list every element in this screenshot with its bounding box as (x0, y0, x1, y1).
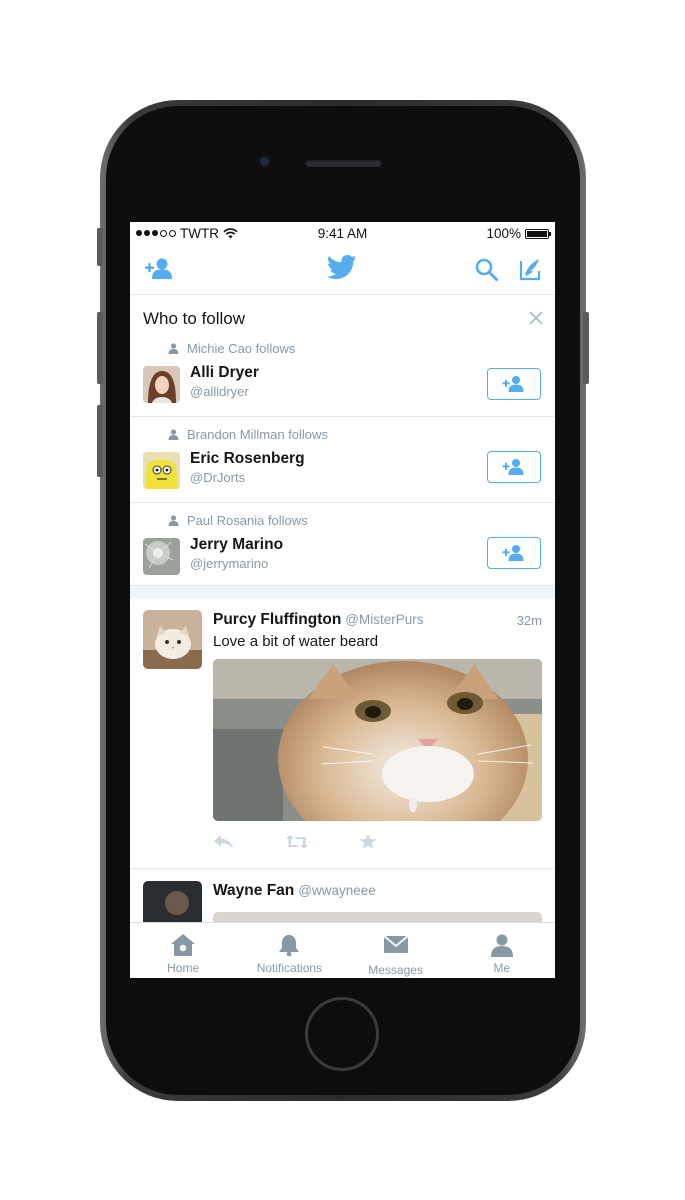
follow-button[interactable] (487, 537, 541, 569)
avatar[interactable] (143, 452, 180, 489)
front-camera (257, 154, 272, 169)
twitter-bird-icon[interactable] (327, 255, 357, 280)
earpiece-speaker (305, 159, 382, 167)
tab-label: Messages (368, 963, 423, 977)
user-handle: @jerrymarino (190, 556, 269, 571)
favorite-star-icon[interactable] (359, 833, 377, 850)
suggestion-row[interactable]: Brandon Millman follows Eric Rosenberg @… (130, 417, 555, 503)
tweet-timestamp[interactable]: 32m (517, 613, 542, 628)
status-bar: TWTR 9:41 AM 100% (130, 222, 555, 244)
user-name[interactable]: Jerry Marino (190, 536, 283, 554)
battery-percent: 100% (486, 226, 521, 241)
close-icon[interactable] (529, 311, 543, 325)
suggestion-row[interactable]: Paul Rosania follows Jerry Marino @jerry… (130, 503, 555, 588)
home-button[interactable] (305, 997, 379, 1071)
bell-icon (279, 935, 300, 957)
power-button (583, 312, 589, 384)
person-icon (168, 429, 179, 440)
envelope-icon (383, 935, 409, 953)
suggestion-row[interactable]: Michie Cao follows Alli Dryer @allidryer (130, 341, 555, 417)
follow-button[interactable] (487, 451, 541, 483)
tab-me[interactable]: Me (449, 923, 555, 978)
home-icon (171, 934, 196, 956)
user-name[interactable]: Alli Dryer (190, 364, 259, 382)
tab-home[interactable]: Home (130, 923, 236, 978)
add-user-icon (502, 545, 524, 561)
tweet-author-handle[interactable]: @wwayneee (298, 883, 376, 898)
person-icon (168, 515, 179, 526)
tab-label: Notifications (256, 961, 323, 975)
social-context: Brandon Millman follows (187, 427, 328, 442)
avatar[interactable] (143, 366, 180, 403)
screen: TWTR 9:41 AM 100% Who to follow Michie C… (130, 222, 555, 978)
section-divider (130, 585, 555, 598)
tweet[interactable]: Wayne Fan @wwayneee (130, 869, 555, 940)
volume-down-button (97, 405, 103, 477)
who-to-follow-title: Who to follow (143, 309, 246, 328)
tab-label: Home (167, 961, 200, 975)
tab-messages[interactable]: Messages (343, 923, 449, 978)
mute-switch (97, 228, 103, 266)
compose-icon[interactable] (516, 257, 542, 283)
battery-icon (525, 228, 551, 239)
follow-button[interactable] (487, 368, 541, 400)
avatar[interactable] (143, 538, 180, 575)
person-icon (168, 343, 179, 354)
tweet-text: Love a bit of water beard (213, 633, 379, 650)
social-context: Paul Rosania follows (187, 513, 308, 528)
tweet-actions (213, 833, 377, 850)
top-nav-bar (130, 244, 555, 295)
search-icon[interactable] (474, 257, 499, 282)
tab-notifications[interactable]: Notifications (236, 923, 342, 978)
social-context: Michie Cao follows (187, 341, 296, 356)
person-icon (490, 934, 513, 957)
tweet-photo[interactable] (213, 659, 542, 821)
volume-up-button (97, 312, 103, 384)
tab-label: Me (493, 961, 511, 975)
user-handle: @allidryer (190, 384, 249, 399)
tweet-author-name[interactable]: Wayne Fan (213, 882, 294, 899)
add-user-icon (502, 376, 524, 392)
bottom-tab-bar: Home Notifications Messages Me (130, 922, 555, 978)
add-user-icon[interactable] (144, 256, 174, 282)
tweet[interactable]: Purcy Fluffington @MisterPurs 32m Love a … (130, 598, 555, 869)
retweet-icon[interactable] (285, 834, 309, 850)
avatar[interactable] (143, 610, 202, 669)
tweet-author-handle[interactable]: @MisterPurs (345, 612, 423, 627)
add-user-icon (502, 459, 524, 475)
user-name[interactable]: Eric Rosenberg (190, 450, 305, 468)
tweet-author-name[interactable]: Purcy Fluffington (213, 611, 341, 628)
reply-icon[interactable] (213, 834, 235, 850)
user-handle: @DrJorts (190, 470, 246, 485)
who-to-follow-module: Who to follow Michie Cao follows Alli Dr… (130, 295, 555, 588)
